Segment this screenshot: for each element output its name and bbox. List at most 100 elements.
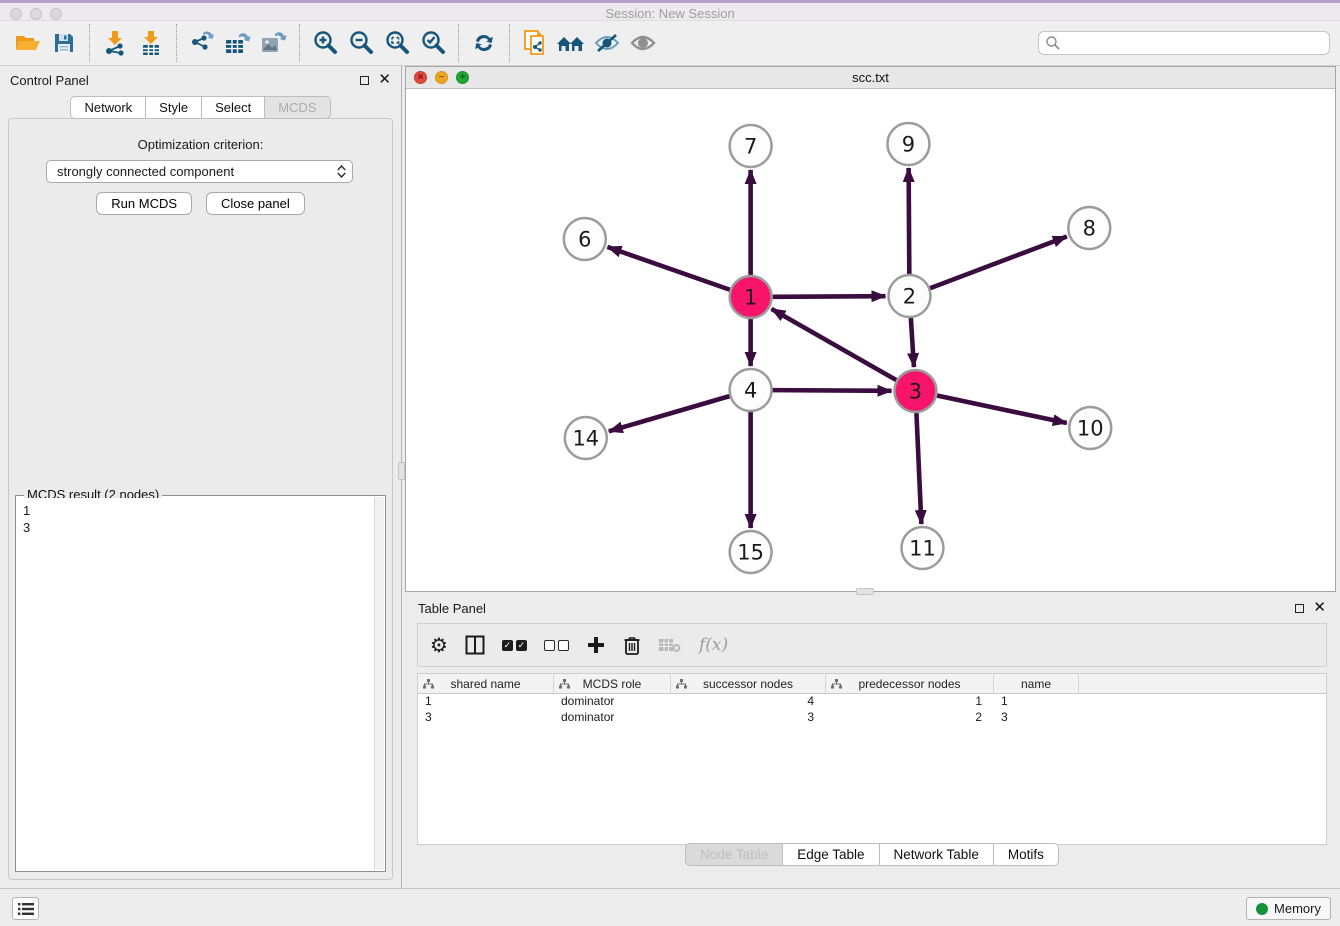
graph-edge-4-14[interactable]: [609, 396, 730, 431]
search-icon: [1045, 35, 1061, 51]
column-settings-button[interactable]: ⚙: [430, 632, 448, 658]
graph-edge-2-8[interactable]: [930, 236, 1067, 288]
zoom-selected-button[interactable]: [415, 25, 451, 61]
table-cell[interactable]: 4: [671, 694, 826, 710]
graph-edge-3-1[interactable]: [771, 309, 896, 380]
close-panel-icon[interactable]: ✕: [378, 75, 391, 85]
search-input[interactable]: [1038, 31, 1330, 55]
clone-network-button[interactable]: [517, 25, 553, 61]
delete-button[interactable]: [623, 632, 641, 658]
select-all-button[interactable]: ✓✓: [502, 632, 527, 658]
table-cell[interactable]: dominator: [554, 694, 671, 710]
graph-node-label-14: 14: [572, 426, 599, 450]
table-cell[interactable]: dominator: [554, 710, 671, 726]
window-titlebar: Session: New Session: [0, 0, 1340, 21]
export-table-button[interactable]: [220, 25, 256, 61]
mcds-result-list[interactable]: 1 3: [17, 498, 373, 870]
run-mcds-button[interactable]: Run MCDS: [96, 192, 192, 215]
result-scrollbar[interactable]: [374, 497, 384, 870]
import-table-button[interactable]: [133, 25, 169, 61]
export-image-icon: [260, 30, 288, 56]
graph-node-label-7: 7: [744, 134, 757, 158]
window-title: Session: New Session: [0, 6, 1340, 21]
export-image-button[interactable]: [256, 25, 292, 61]
tab-motifs[interactable]: Motifs: [994, 843, 1059, 866]
column-header-predecessor-nodes[interactable]: predecessor nodes: [826, 674, 994, 693]
tab-style[interactable]: Style: [146, 96, 202, 119]
column-header-name[interactable]: name: [994, 674, 1079, 693]
tab-node-table[interactable]: Node Table: [685, 843, 783, 866]
float-table-panel-icon[interactable]: [1295, 604, 1304, 613]
network-canvas[interactable]: 7968124314101511: [406, 89, 1335, 591]
table-cell[interactable]: 1: [826, 694, 994, 710]
tab-mcds[interactable]: MCDS: [265, 96, 330, 119]
show-columns-button[interactable]: [465, 632, 485, 658]
graph-edge-1-2[interactable]: [773, 296, 886, 297]
export-network-button[interactable]: [184, 25, 220, 61]
import-table-icon: [139, 30, 163, 56]
home-networks-button[interactable]: [553, 25, 589, 61]
table-cell[interactable]: 3: [671, 710, 826, 726]
tab-network-table[interactable]: Network Table: [880, 843, 994, 866]
add-row-button[interactable]: [586, 632, 606, 658]
table-cell[interactable]: 3: [994, 710, 1079, 726]
column-header-MCDS-role[interactable]: MCDS role: [554, 674, 671, 693]
graph-edge-4-3[interactable]: [773, 390, 892, 391]
column-label: shared name: [450, 677, 520, 691]
zoom-in-button[interactable]: [307, 25, 343, 61]
column-label: predecessor nodes: [858, 677, 960, 691]
deselect-all-button[interactable]: [544, 632, 569, 658]
tab-network[interactable]: Network: [70, 96, 146, 119]
table-cell[interactable]: 1: [418, 694, 554, 710]
close-panel-button[interactable]: Close panel: [206, 192, 305, 215]
column-header-shared-name[interactable]: shared name: [418, 674, 554, 693]
graph-edge-2-9[interactable]: [909, 168, 910, 274]
table-header-row: shared name MCDS rolesuccessor nodes prede…: [418, 674, 1326, 694]
table-row[interactable]: 1dominator411: [418, 694, 1326, 710]
column-header-successor-nodes[interactable]: successor nodes: [671, 674, 826, 693]
node-table: shared name MCDS rolesuccessor nodes prede…: [417, 673, 1327, 845]
network-window-title: scc.txt: [406, 70, 1335, 85]
import-network-button[interactable]: [97, 25, 133, 61]
table-cell[interactable]: 1: [994, 694, 1079, 710]
optimization-criterion-select[interactable]: strongly connected component: [46, 160, 353, 183]
graph-node-label-1: 1: [744, 285, 757, 309]
graph-node-label-2: 2: [903, 284, 916, 308]
table-row[interactable]: 3dominator323: [418, 710, 1326, 726]
tab-edge-table[interactable]: Edge Table: [783, 843, 879, 866]
float-panel-icon[interactable]: [360, 76, 369, 85]
list-icon: [17, 902, 35, 916]
horizontal-splitter-handle[interactable]: [856, 588, 874, 595]
graph-edge-1-6[interactable]: [607, 247, 729, 290]
columns-icon: [465, 635, 485, 655]
zoom-out-button[interactable]: [343, 25, 379, 61]
graph-edge-3-11[interactable]: [916, 413, 921, 524]
graph-node-label-4: 4: [744, 378, 757, 402]
vertical-splitter-handle[interactable]: [398, 462, 405, 480]
show-console-button[interactable]: [12, 897, 39, 920]
zoom-fit-button[interactable]: [379, 25, 415, 61]
memory-status-icon: [1256, 903, 1268, 915]
save-session-button[interactable]: [46, 25, 82, 61]
graph-node-label-11: 11: [909, 536, 936, 560]
table-cell[interactable]: 2: [826, 710, 994, 726]
tab-select[interactable]: Select: [202, 96, 265, 119]
table-cell[interactable]: 3: [418, 710, 554, 726]
network-window-titlebar[interactable]: × − + scc.txt: [406, 67, 1335, 89]
graph-node-label-6: 6: [578, 227, 591, 251]
open-session-button[interactable]: [10, 25, 46, 61]
network-view-window: × − + scc.txt 7968124314101511: [405, 66, 1336, 592]
apply-layout-button[interactable]: [466, 25, 502, 61]
network-graph[interactable]: 7968124314101511: [406, 89, 1335, 591]
control-panel-tabs: NetworkStyleSelectMCDS: [0, 96, 401, 119]
close-table-panel-icon[interactable]: ✕: [1313, 603, 1326, 613]
status-bar: Memory: [0, 888, 1340, 926]
memory-button[interactable]: Memory: [1246, 897, 1331, 920]
graph-edge-2-3[interactable]: [911, 318, 914, 367]
graph-edge-3-10[interactable]: [937, 396, 1067, 423]
hide-details-button[interactable]: [589, 25, 625, 61]
trash-icon: [623, 635, 641, 655]
table-panel-title: Table Panel: [418, 601, 486, 616]
toolbar-separator: [458, 24, 459, 62]
show-details-button[interactable]: [625, 25, 661, 61]
